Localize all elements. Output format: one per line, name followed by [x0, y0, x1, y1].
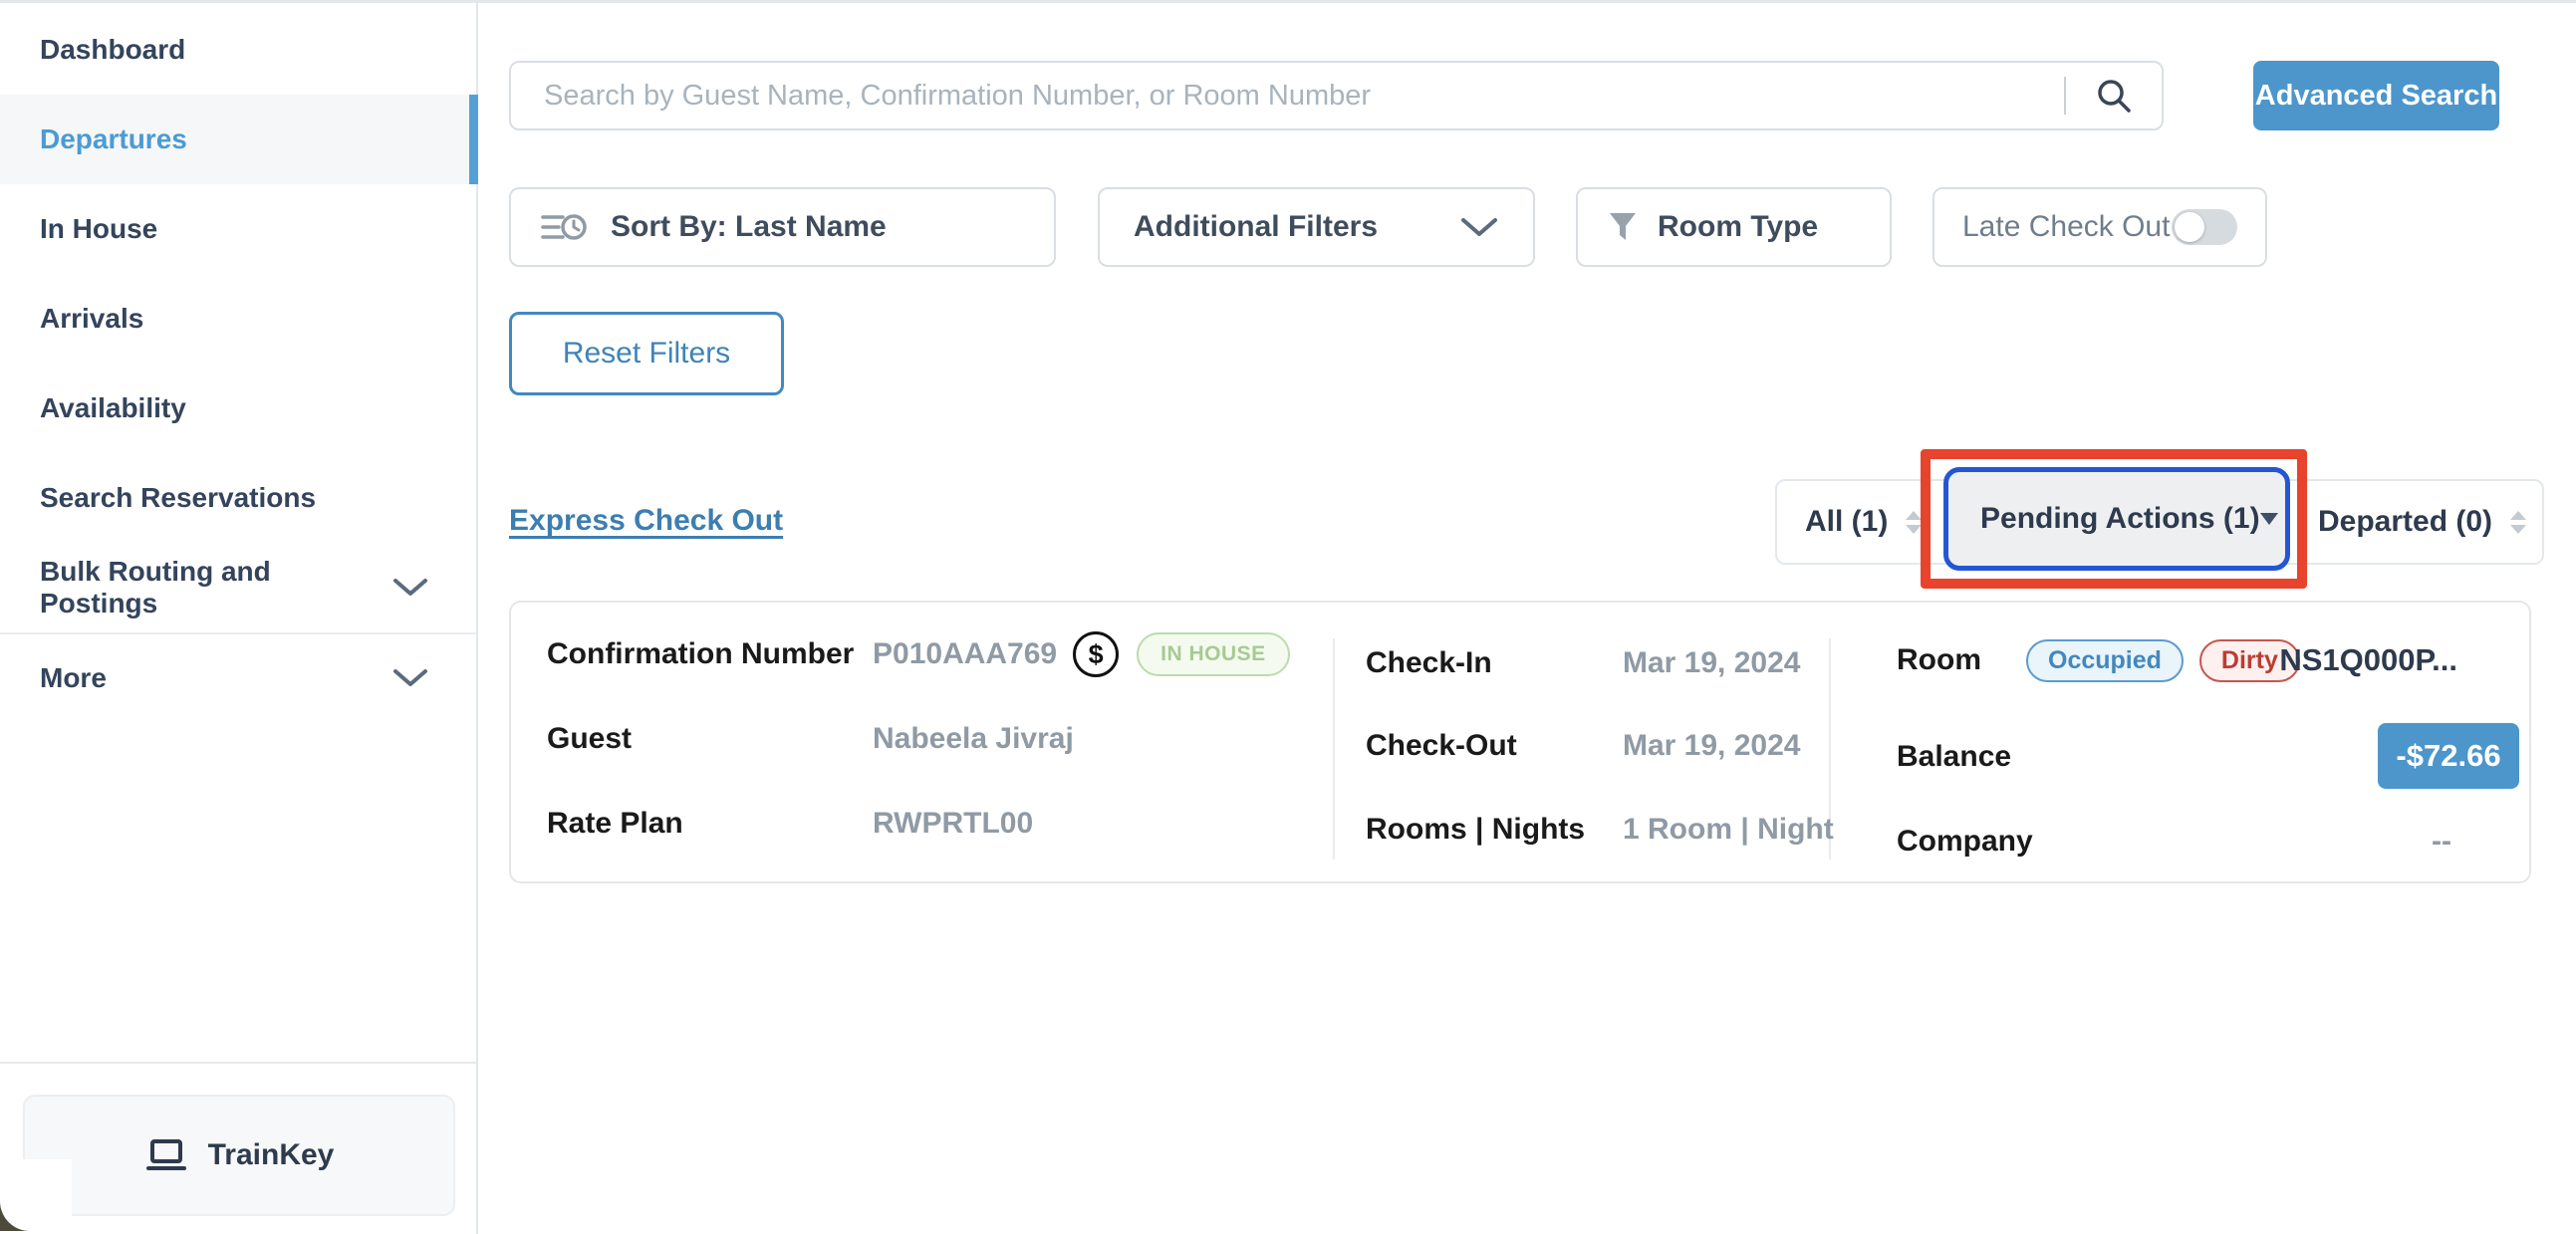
- late-check-out-label: Late Check Out: [1962, 210, 2170, 244]
- late-check-out-toggle[interactable]: [2172, 209, 2237, 245]
- sidebar-item-label: More: [40, 662, 107, 694]
- check-out-value: Mar 19, 2024: [1623, 729, 1800, 763]
- sidebar-item-arrivals[interactable]: Arrivals: [0, 274, 476, 364]
- departures-page: { "sidebar": { "items": [ { "label": "Da…: [0, 0, 2576, 1231]
- sidebar-item-more[interactable]: More: [0, 632, 476, 722]
- rooms-nights-label: Rooms | Nights: [1366, 813, 1623, 847]
- balance-label: Balance: [1897, 740, 2011, 774]
- active-indicator-bar: [469, 95, 478, 184]
- guest-label: Guest: [547, 722, 873, 756]
- tab-departed[interactable]: Departed (0): [2318, 481, 2526, 563]
- rate-plan-row: Rate Plan RWPRTL00: [547, 800, 1033, 848]
- trainkey-button[interactable]: TrainKey: [23, 1095, 455, 1216]
- chevron-down-icon: [392, 668, 428, 688]
- confirmation-number-value: P010AAA769: [873, 637, 1057, 671]
- sort-arrows-icon: [1906, 511, 1922, 534]
- confirmation-number-label: Confirmation Number: [547, 637, 873, 671]
- search-icon[interactable]: [2066, 63, 2162, 128]
- rate-plan-value: RWPRTL00: [873, 807, 1033, 841]
- balance-amount-chip[interactable]: -$72.66: [2378, 723, 2519, 789]
- confirmation-row: Confirmation Number P010AAA769 $ IN HOUS…: [547, 630, 1290, 678]
- tab-departed-label: Departed (0): [2318, 505, 2492, 539]
- late-check-out-filter: Late Check Out: [1932, 187, 2267, 267]
- funnel-icon: [1608, 211, 1638, 243]
- room-label: Room: [1897, 643, 2026, 677]
- advanced-search-button[interactable]: Advanced Search: [2253, 61, 2499, 130]
- toggle-knob: [2175, 212, 2204, 242]
- chevron-down-icon: [392, 578, 428, 598]
- room-type-label: Room Type: [1658, 210, 1818, 244]
- balance-row: Balance: [1897, 733, 2011, 781]
- sidebar-item-label: Departures: [40, 123, 187, 155]
- sidebar-item-label: Arrivals: [40, 303, 143, 335]
- sidebar-item-label: Search Reservations: [40, 482, 316, 514]
- sidebar-item-dashboard[interactable]: Dashboard: [0, 5, 476, 95]
- sort-by-label: Sort By: Last Name: [611, 210, 887, 244]
- search-input[interactable]: [511, 63, 2064, 128]
- additional-filters-label: Additional Filters: [1134, 210, 1378, 244]
- check-out-row: Check-Out Mar 19, 2024: [1366, 722, 1800, 770]
- sidebar-item-label: Availability: [40, 392, 186, 424]
- room-number-value: NS1Q000P...: [2279, 642, 2457, 678]
- sidebar-item-label: Bulk Routing and Postings: [40, 556, 392, 619]
- check-in-value: Mar 19, 2024: [1623, 646, 1800, 680]
- sidebar-item-label: In House: [40, 213, 157, 245]
- laptop-icon: [144, 1139, 188, 1171]
- occupied-badge: Occupied: [2026, 639, 2184, 682]
- sort-by-dropdown[interactable]: Sort By: Last Name: [509, 187, 1056, 267]
- sidebar-item-departures[interactable]: Departures: [0, 95, 476, 184]
- tab-pending-actions[interactable]: Pending Actions (1): [1943, 467, 2290, 571]
- window-corner-mask: [0, 1159, 72, 1231]
- express-check-out-link[interactable]: Express Check Out: [509, 504, 783, 538]
- payment-dollar-icon[interactable]: $: [1073, 631, 1119, 677]
- sort-by-time-icon: [541, 208, 589, 246]
- sidebar-item-label: Dashboard: [40, 34, 185, 66]
- check-in-label: Check-In: [1366, 646, 1623, 680]
- sidebar-item-in-house[interactable]: In House: [0, 184, 476, 274]
- sidebar-nav: Dashboard Departures In House Arrivals A…: [0, 3, 476, 722]
- tab-pending-label: Pending Actions (1): [1980, 502, 2260, 536]
- caret-down-icon: [2260, 513, 2278, 525]
- search-bar: [509, 61, 2164, 130]
- company-value: --: [2432, 825, 2451, 859]
- company-label: Company: [1897, 825, 2033, 859]
- rate-plan-label: Rate Plan: [547, 807, 873, 841]
- tab-all-label: All (1): [1805, 505, 1888, 539]
- guest-row: Guest Nabeela Jivraj: [547, 715, 1074, 763]
- sidebar-item-bulk-routing[interactable]: Bulk Routing and Postings: [0, 543, 476, 632]
- sort-arrows-icon: [2510, 511, 2526, 534]
- room-type-filter[interactable]: Room Type: [1576, 187, 1892, 267]
- trainkey-label: TrainKey: [208, 1138, 335, 1172]
- company-row: Company --: [1897, 818, 2493, 865]
- chevron-down-icon: [1459, 216, 1499, 238]
- check-out-label: Check-Out: [1366, 729, 1623, 763]
- reservation-card[interactable]: Confirmation Number P010AAA769 $ IN HOUS…: [509, 601, 2531, 883]
- sidebar-item-search-reservations[interactable]: Search Reservations: [0, 453, 476, 543]
- sidebar-item-availability[interactable]: Availability: [0, 364, 476, 453]
- check-in-row: Check-In Mar 19, 2024: [1366, 639, 1800, 687]
- room-row: Room Occupied Dirty NS1Q000P...: [1897, 636, 2493, 684]
- tab-all[interactable]: All (1): [1805, 481, 1922, 563]
- in-house-badge: IN HOUSE: [1137, 632, 1290, 676]
- guest-value: Nabeela Jivraj: [873, 722, 1074, 756]
- sidebar: Dashboard Departures In House Arrivals A…: [0, 3, 478, 1234]
- card-divider: [1333, 638, 1335, 860]
- rooms-nights-row: Rooms | Nights 1 Room | Night: [1366, 806, 1834, 854]
- rooms-nights-value: 1 Room | Night: [1623, 813, 1834, 847]
- additional-filters-dropdown[interactable]: Additional Filters: [1098, 187, 1535, 267]
- reset-filters-button[interactable]: Reset Filters: [509, 312, 784, 395]
